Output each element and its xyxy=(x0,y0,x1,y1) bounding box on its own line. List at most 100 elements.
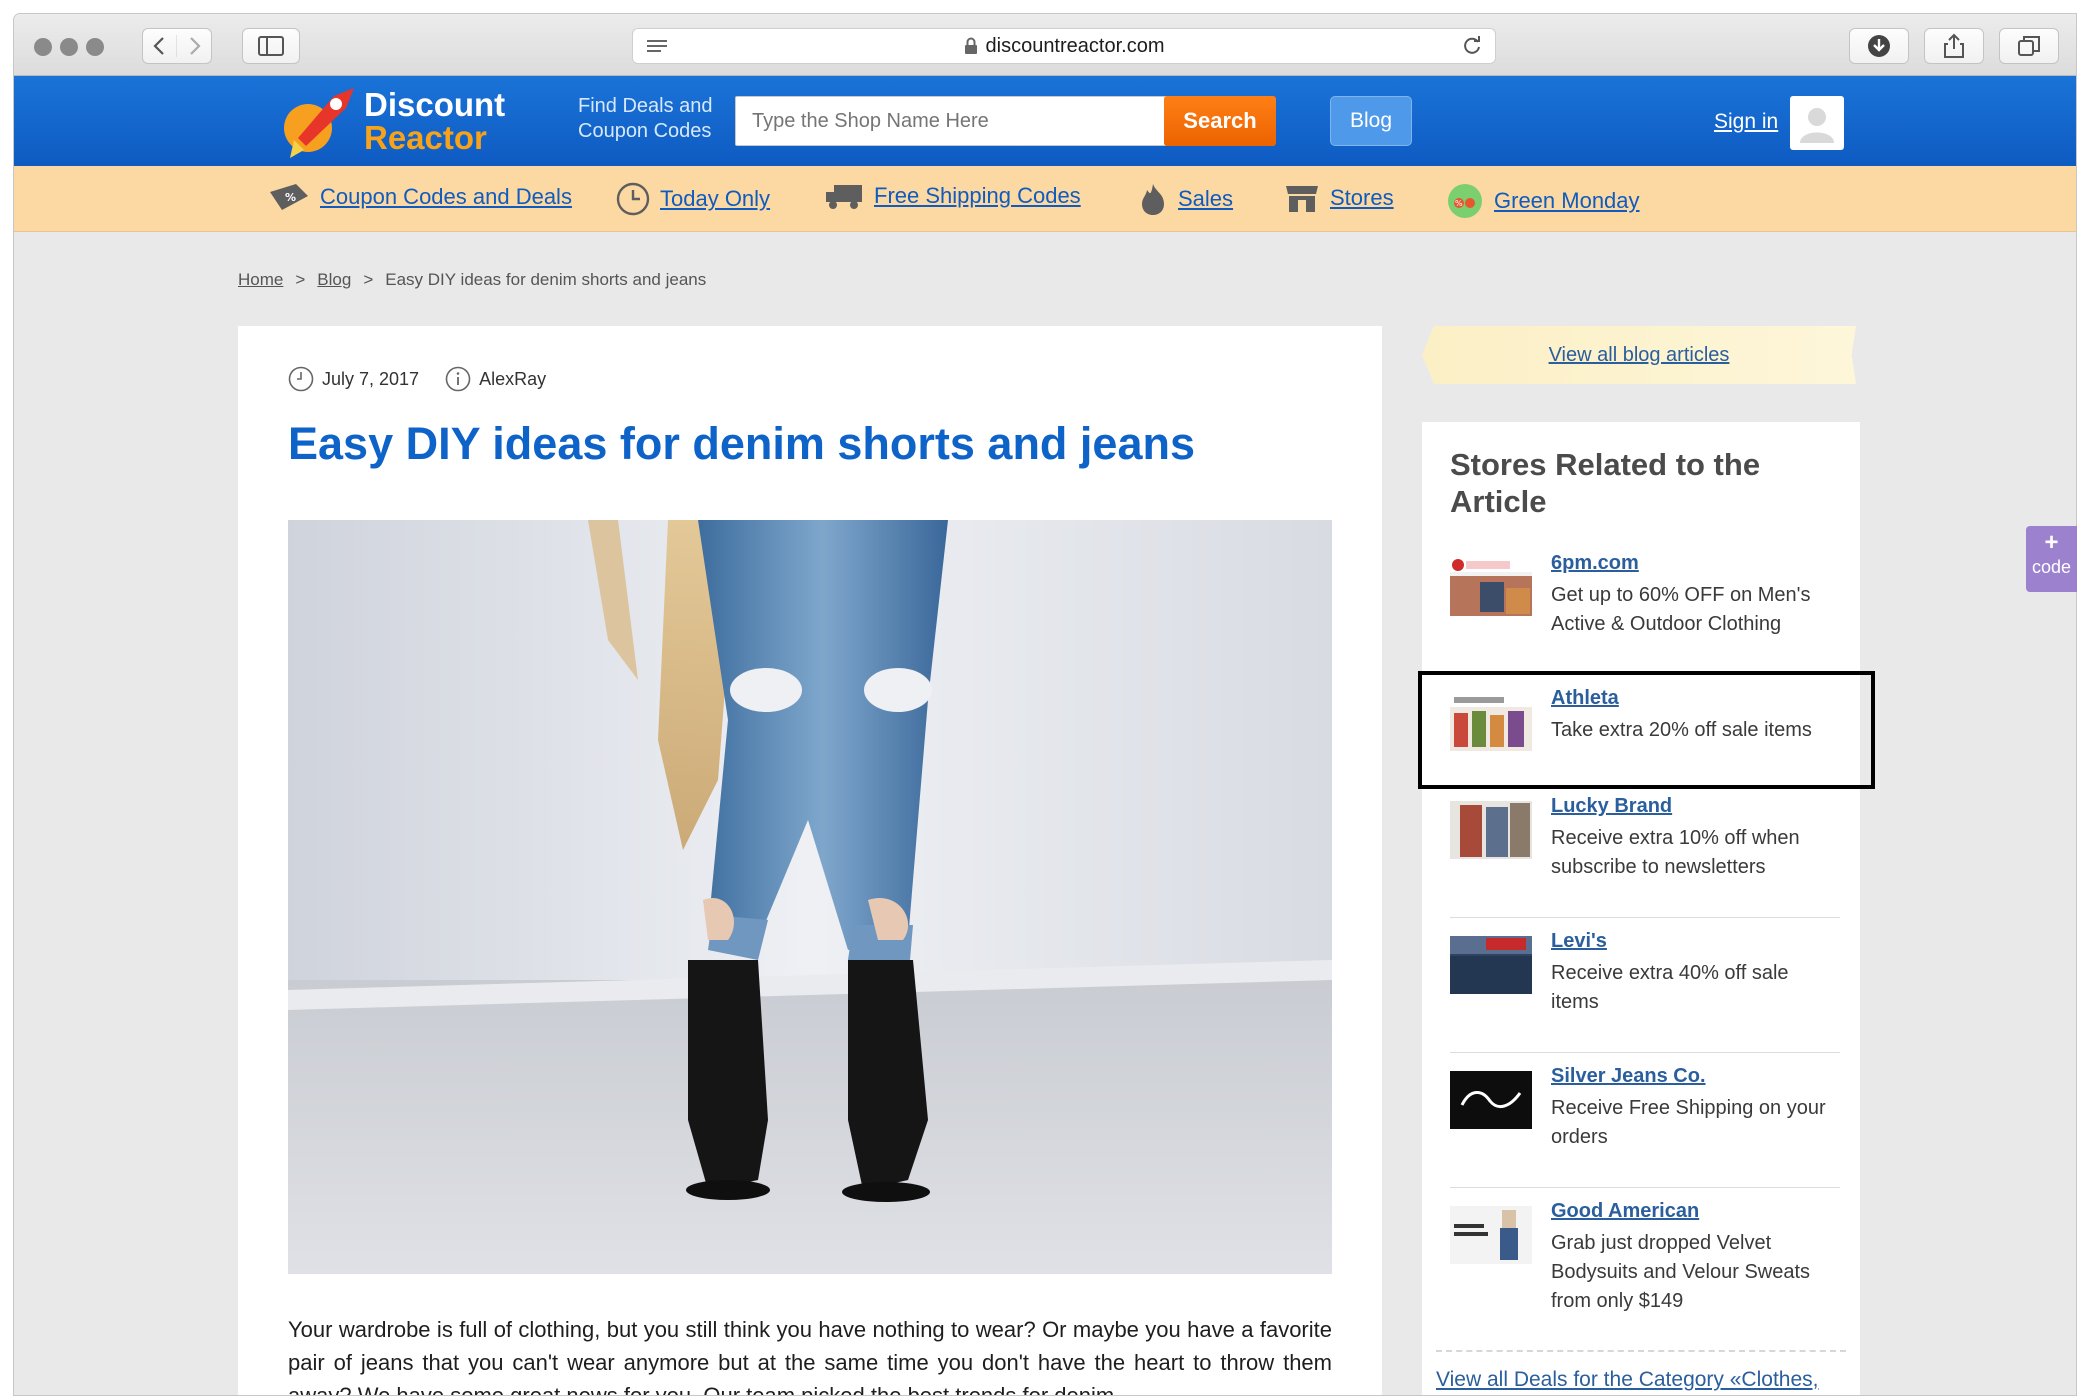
store-divider xyxy=(1450,1187,1840,1188)
article-body: Your wardrobe is full of clothing, but y… xyxy=(288,1317,1332,1396)
address-url: discountreactor.com xyxy=(985,34,1165,57)
sidebar-toggle-button[interactable] xyxy=(242,28,300,64)
find-deals-text: Find Deals and Coupon Codes xyxy=(578,95,713,142)
store-thumbnail-silver-jeans[interactable] xyxy=(1450,1071,1532,1129)
tabs-overview-button[interactable] xyxy=(1999,28,2059,64)
nav-item-free-shipping[interactable]: Free Shipping Codes xyxy=(824,182,1081,210)
store-offer: Get up to 60% OFF on Men's Active & Outd… xyxy=(1551,584,1811,635)
store-thumbnail-good-american[interactable] xyxy=(1450,1206,1532,1264)
back-forward-buttons[interactable] xyxy=(142,28,212,64)
store-name[interactable]: Good American xyxy=(1551,1200,1699,1223)
site-header: Discount Reactor Find Deals and Coupon C… xyxy=(14,76,2076,166)
tabs-icon xyxy=(2018,36,2040,56)
logo-line1: Discount xyxy=(364,86,506,123)
6pm-logo-icon xyxy=(1450,558,1532,616)
clock-icon xyxy=(288,366,314,392)
chevron-left-icon[interactable] xyxy=(143,35,177,57)
article-date: July 7, 2017 xyxy=(322,368,420,389)
nav-link-coupon-codes[interactable]: Coupon Codes and Deals xyxy=(320,184,572,210)
store-offer: Receive extra 40% off sale items xyxy=(1551,962,1789,1013)
fire-icon xyxy=(1142,184,1164,215)
nav-item-sales[interactable]: Sales xyxy=(1138,182,1233,216)
view-all-blog-link[interactable]: View all blog articles xyxy=(1549,344,1730,367)
green-monday-icon: % xyxy=(1448,184,1482,218)
store-thumbnail-levis[interactable] xyxy=(1450,936,1532,994)
browser-toolbar: discountreactor.com xyxy=(14,14,2076,76)
shop-search-input[interactable] xyxy=(735,96,1177,146)
denim-jeans-photo xyxy=(288,520,1332,1274)
download-icon xyxy=(1868,35,1890,57)
good-american-logo-icon xyxy=(1450,1206,1532,1264)
search-button[interactable]: Search xyxy=(1164,96,1276,146)
rocket-logo-icon xyxy=(284,88,354,158)
avatar[interactable] xyxy=(1790,96,1844,150)
truck-icon xyxy=(826,185,862,209)
article: July 7, 2017 AlexRay Easy DIY ideas for … xyxy=(238,326,1382,1396)
store-offer: Receive Free Shipping on your orders xyxy=(1551,1097,1826,1148)
nav-link-today-only[interactable]: Today Only xyxy=(660,186,770,212)
svg-text:%: % xyxy=(285,191,296,204)
nav-link-green-monday[interactable]: Green Monday xyxy=(1494,188,1640,214)
breadcrumb-blog[interactable]: Blog xyxy=(317,270,351,289)
view-all-blog-banner[interactable]: View all blog articles xyxy=(1422,326,1856,384)
nav-link-free-shipping[interactable]: Free Shipping Codes xyxy=(874,183,1081,209)
close-window-button[interactable] xyxy=(34,38,52,56)
nav-link-sales[interactable]: Sales xyxy=(1178,186,1233,212)
sidebar-title: Stores Related to the Article xyxy=(1450,447,1761,519)
store-name[interactable]: Lucky Brand xyxy=(1551,795,1672,818)
minimize-window-button[interactable] xyxy=(60,38,78,56)
address-bar[interactable]: discountreactor.com xyxy=(632,28,1496,64)
breadcrumb-current: Easy DIY ideas for denim shorts and jean… xyxy=(385,270,707,289)
browser-window: discountreactor.com Discount Reactor Fin… xyxy=(13,13,2077,1396)
breadcrumb-home[interactable]: Home xyxy=(238,270,283,289)
site-logo[interactable]: Discount Reactor xyxy=(276,82,506,162)
store-divider xyxy=(1450,1052,1840,1053)
breadcrumb-separator: > xyxy=(295,270,306,289)
highlight-box xyxy=(1418,671,1875,789)
reader-icon[interactable] xyxy=(645,38,669,56)
store-name[interactable]: 6pm.com xyxy=(1551,552,1639,575)
blog-button[interactable]: Blog xyxy=(1330,96,1412,146)
article-meta: July 7, 2017 AlexRay xyxy=(288,366,572,392)
related-stores-sidebar: Stores Related to the Article 6pm.com Ge… xyxy=(1422,422,1860,1395)
silver-jeans-logo-icon xyxy=(1450,1071,1532,1129)
clock-icon xyxy=(616,182,650,216)
store-offer: Grab just dropped Velvet Bodysuits and V… xyxy=(1551,1232,1811,1312)
lucky-brand-logo-icon xyxy=(1450,801,1532,859)
add-code-label: code xyxy=(2031,557,2072,577)
nav-item-stores[interactable]: Stores xyxy=(1284,182,1394,214)
share-icon xyxy=(1944,33,1964,58)
store-thumbnail-lucky-brand[interactable] xyxy=(1450,801,1532,859)
breadcrumb: Home > Blog > Easy DIY ideas for denim short… xyxy=(238,270,706,290)
sign-in-link[interactable]: Sign in xyxy=(1714,110,1778,134)
levis-logo-icon xyxy=(1450,936,1532,994)
store-name[interactable]: Silver Jeans Co. xyxy=(1551,1065,1706,1088)
store-divider xyxy=(1450,917,1840,918)
share-button[interactable] xyxy=(1924,28,1984,64)
plus-icon: + xyxy=(2044,529,2059,556)
coupon-tag-icon: % xyxy=(270,184,308,210)
sidebar-icon xyxy=(258,36,284,56)
store-icon xyxy=(1286,186,1318,212)
chevron-right-icon[interactable] xyxy=(177,35,211,57)
article-author[interactable]: AlexRay xyxy=(479,369,546,390)
zoom-window-button[interactable] xyxy=(86,38,104,56)
article-title: Easy DIY ideas for denim shorts and jean… xyxy=(288,418,1195,469)
nav-item-green-monday[interactable]: % Green Monday xyxy=(1446,182,1640,220)
store-name[interactable]: Levi's xyxy=(1551,930,1607,953)
nav-link-stores[interactable]: Stores xyxy=(1330,185,1394,211)
sidebar-footer: View all Deals for the Category «Clothes… xyxy=(1436,1350,1846,1392)
reload-icon[interactable] xyxy=(1461,35,1483,57)
nav-item-today-only[interactable]: Today Only xyxy=(616,182,770,216)
view-all-category-deals-link[interactable]: View all Deals for the Category «Clothes… xyxy=(1436,1368,1818,1391)
lock-icon xyxy=(964,37,977,54)
add-code-tab[interactable]: + code xyxy=(2026,526,2077,592)
category-nav: % Coupon Codes and Deals Today Only Free… xyxy=(14,166,2076,232)
svg-text:%: % xyxy=(1455,199,1463,208)
nav-item-coupon-codes[interactable]: % Coupon Codes and Deals xyxy=(266,182,572,212)
store-thumbnail-6pm[interactable] xyxy=(1450,558,1532,616)
breadcrumb-separator: > xyxy=(363,270,374,289)
logo-line2: Reactor xyxy=(364,119,487,156)
downloads-button[interactable] xyxy=(1849,28,1909,64)
user-icon xyxy=(1800,108,1834,143)
